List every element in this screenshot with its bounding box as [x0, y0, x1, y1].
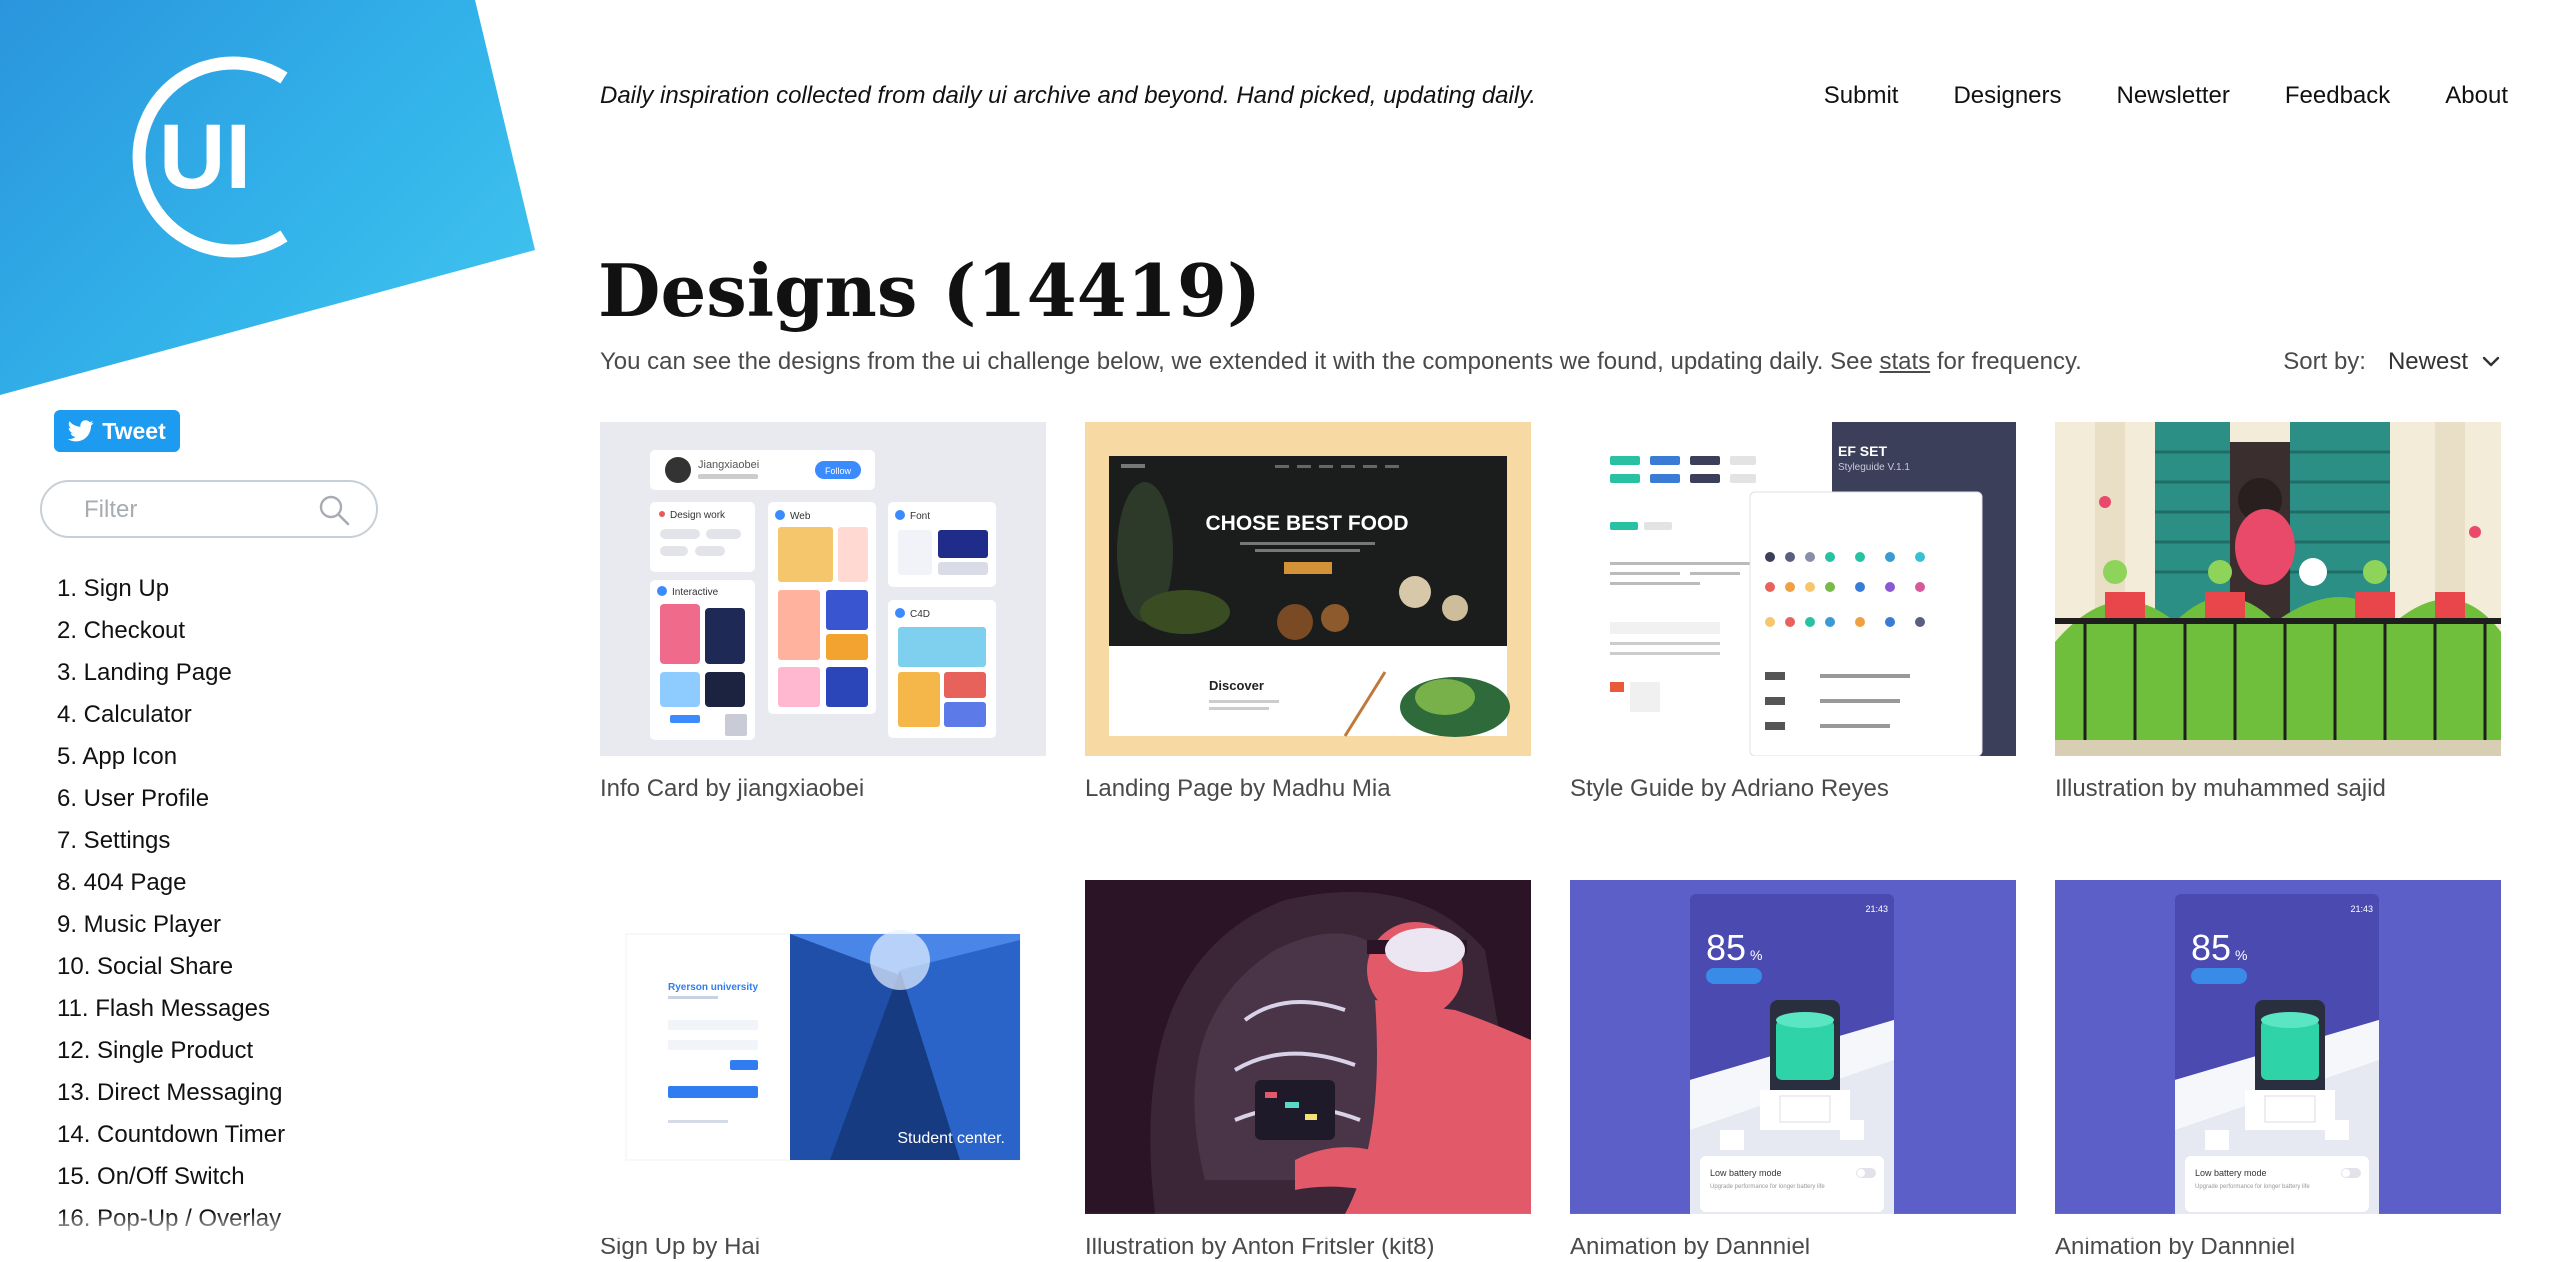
challenge-item[interactable]: 4. Calculator	[57, 700, 285, 742]
site-logo[interactable]: UI	[112, 52, 292, 262]
challenge-item[interactable]: 15. On/Off Switch	[57, 1162, 285, 1204]
sort-select[interactable]: Newest	[2388, 348, 2500, 376]
tweet-button[interactable]: Tweet	[54, 410, 180, 452]
challenge-item[interactable]: 3. Landing Page	[57, 658, 285, 700]
tweet-label: Tweet	[102, 417, 166, 444]
subtitle-text: You can see the designs from the ui chal…	[600, 348, 1880, 375]
nav-newsletter[interactable]: Newsletter	[2117, 82, 2230, 110]
low-battery-title: Low battery mode	[2195, 1168, 2267, 1178]
card-title[interactable]: Animation by Dannniel	[2055, 1232, 2501, 1262]
chevron-down-icon	[2482, 356, 2500, 367]
design-thumbnail[interactable]	[2055, 422, 2501, 756]
filter-box	[40, 480, 378, 538]
design-card[interactable]: Jiangxiaobei Follow Design work Interact…	[600, 422, 1046, 804]
styleguide-subtitle: Styleguide V.1.1	[1838, 462, 1910, 473]
design-card[interactable]: CHOSE BEST FOOD Discover Landing Page by…	[1085, 422, 1531, 804]
design-thumbnail[interactable]: Student center. Ryerson university	[600, 880, 1046, 1214]
twitter-bird-icon	[68, 420, 94, 442]
battery-animation-artwork: 21:43 85 % Low battery mode Upgrade perf…	[2055, 880, 2501, 1214]
battery-percent: 85	[1706, 927, 1746, 968]
design-thumbnail[interactable]	[1085, 880, 1531, 1214]
nav-feedback[interactable]: Feedback	[2285, 82, 2390, 110]
challenge-item[interactable]: 1. Sign Up	[57, 574, 285, 616]
sort-control: Sort by: Newest	[2283, 348, 2500, 376]
design-thumbnail[interactable]: CHOSE BEST FOOD Discover	[1085, 422, 1531, 756]
search-icon[interactable]	[318, 494, 350, 526]
challenge-item[interactable]: 7. Settings	[57, 826, 285, 868]
card-title[interactable]: Animation by Dannniel	[1570, 1232, 2016, 1262]
challenge-item[interactable]: 14. Countdown Timer	[57, 1120, 285, 1162]
style-guide-artwork: EF SET Styleguide V.1.1	[1570, 422, 2016, 756]
challenge-item[interactable]: 9. Music Player	[57, 910, 285, 952]
design-card[interactable]: 21:43 85 % Low battery mode Upgrade perf…	[2055, 880, 2501, 1262]
card-title[interactable]: Sign Up by Hai	[600, 1232, 1046, 1262]
vr-illustration-artwork	[1085, 880, 1531, 1214]
challenge-item[interactable]: 16. Pop-Up / Overlay	[57, 1204, 285, 1246]
design-thumbnail[interactable]: Jiangxiaobei Follow Design work Interact…	[600, 422, 1046, 756]
nav-about[interactable]: About	[2445, 82, 2508, 110]
challenge-item[interactable]: 11. Flash Messages	[57, 994, 285, 1036]
challenge-list: 1. Sign Up 2. Checkout 3. Landing Page 4…	[57, 574, 285, 1246]
card-title[interactable]: Info Card by jiangxiaobei	[600, 774, 1046, 804]
discover-label: Discover	[1209, 678, 1264, 693]
card-title[interactable]: Style Guide by Adriano Reyes	[1570, 774, 2016, 804]
balcony-illustration-artwork	[2055, 422, 2501, 756]
signup-heading: Ryerson university	[668, 982, 758, 993]
battery-animation-artwork: 21:43 85 % Low battery mode Upgrade perf…	[1570, 880, 2016, 1214]
design-card[interactable]: 21:43 85 % Low battery mode Upgrade perf…	[1570, 880, 2016, 1262]
card-title[interactable]: Illustration by Anton Fritsler (kit8)	[1085, 1232, 1531, 1262]
challenge-item[interactable]: 2. Checkout	[57, 616, 285, 658]
card-title[interactable]: Illustration by muhammed sajid	[2055, 774, 2501, 804]
design-card[interactable]: EF SET Styleguide V.1.1 Style Guide by A…	[1570, 422, 2016, 804]
top-nav: Submit Designers Newsletter Feedback Abo…	[1824, 82, 2508, 110]
challenge-item[interactable]: 12. Single Product	[57, 1036, 285, 1078]
design-thumbnail[interactable]: 21:43 85 % Low battery mode Upgrade perf…	[1570, 880, 2016, 1214]
sign-up-artwork: Student center. Ryerson university	[600, 880, 1046, 1214]
styleguide-title: EF SET	[1838, 443, 1887, 459]
status-time: 21:43	[1865, 904, 1888, 914]
design-card[interactable]: Student center. Ryerson university Sign …	[600, 880, 1046, 1262]
site-tagline: Daily inspiration collected from daily u…	[600, 82, 1537, 109]
challenge-item[interactable]: 6. User Profile	[57, 784, 285, 826]
low-battery-title: Low battery mode	[1710, 1168, 1782, 1178]
filter-input[interactable]	[82, 492, 316, 528]
battery-unit: %	[1750, 947, 1762, 963]
logo-text: UI	[159, 106, 251, 208]
thumb-label-design-work: Design work	[670, 510, 726, 521]
challenge-item[interactable]: 8. 404 Page	[57, 868, 285, 910]
design-card[interactable]: Illustration by Anton Fritsler (kit8)	[1085, 880, 1531, 1262]
logo-mark-icon: UI	[132, 56, 288, 258]
nav-designers[interactable]: Designers	[1953, 82, 2061, 110]
card-title[interactable]: Landing Page by Madhu Mia	[1085, 774, 1531, 804]
hero-headline: CHOSE BEST FOOD	[1205, 512, 1408, 535]
design-card[interactable]: Illustration by muhammed sajid	[2055, 422, 2501, 804]
challenge-item[interactable]: 10. Social Share	[57, 952, 285, 994]
battery-percent: 85	[2191, 927, 2231, 968]
sort-label: Sort by:	[2283, 348, 2366, 375]
page-title: Designs (14419)	[598, 248, 1262, 333]
challenge-item[interactable]: 5. App Icon	[57, 742, 285, 784]
challenge-item[interactable]: 13. Direct Messaging	[57, 1078, 285, 1120]
profile-name: Jiangxiaobei	[698, 459, 759, 471]
landing-page-artwork: CHOSE BEST FOOD Discover	[1085, 422, 1531, 756]
nav-submit[interactable]: Submit	[1824, 82, 1899, 110]
stats-link[interactable]: stats	[1880, 348, 1931, 375]
status-time: 21:43	[2350, 904, 2373, 914]
low-battery-subtitle: Upgrade performance for longer battery l…	[1710, 1184, 1825, 1190]
photo-caption: Student center.	[897, 1130, 1005, 1147]
design-thumbnail[interactable]: 21:43 85 % Low battery mode Upgrade perf…	[2055, 880, 2501, 1214]
follow-label: Follow	[825, 466, 852, 476]
battery-unit: %	[2235, 947, 2247, 963]
low-battery-subtitle: Upgrade performance for longer battery l…	[2195, 1184, 2310, 1190]
thumb-label-font: Font	[910, 511, 930, 522]
thumb-label-interactive: Interactive	[672, 587, 719, 598]
subtitle-text-end: for frequency.	[1930, 348, 2082, 375]
thumb-label-c4d: C4D	[910, 609, 930, 620]
info-card-artwork: Jiangxiaobei Follow Design work Interact…	[600, 422, 1046, 756]
design-thumbnail[interactable]: EF SET Styleguide V.1.1	[1570, 422, 2016, 756]
sort-value: Newest	[2387, 348, 2468, 375]
thumb-label-web: Web	[790, 511, 811, 522]
page-subtitle: You can see the designs from the ui chal…	[600, 348, 2082, 376]
